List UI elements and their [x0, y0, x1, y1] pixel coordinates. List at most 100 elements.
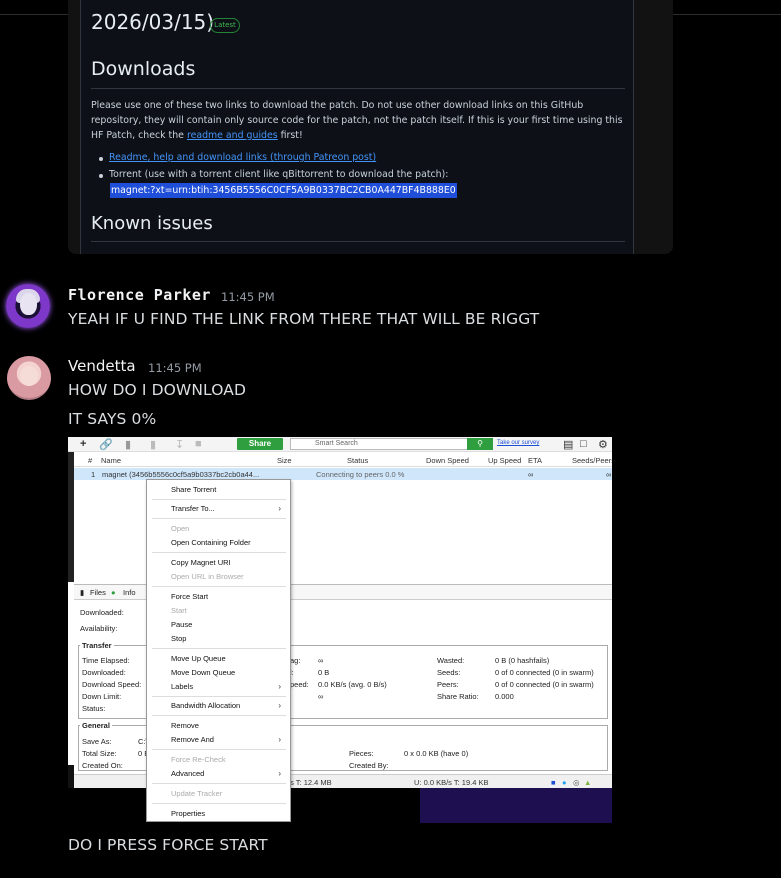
transfer-label: Time Elapsed: [82, 656, 130, 665]
menu-force-start: Force Start [171, 592, 209, 601]
github-embed: 2026/03/15) Latest Downloads Please use … [68, 0, 673, 254]
downloaded-label: Downloaded: [80, 608, 124, 617]
add-icon: + [80, 438, 87, 450]
downloads-heading: Downloads [91, 58, 196, 80]
transfer-label: Seeds: [437, 668, 461, 677]
latest-badge: Latest [210, 18, 240, 33]
chevron-right-icon: › [278, 769, 281, 778]
transfer-label: Wasted: [437, 656, 465, 665]
menu-remove-and: Remove And [171, 735, 214, 744]
android-icon: ▲ [584, 778, 592, 787]
row-eta: ∞ [528, 470, 534, 479]
paragraph-tail: first! [277, 130, 303, 141]
menu-bandwidth-allocation: Bandwidth Allocation [171, 701, 241, 710]
avatar-vendetta[interactable] [7, 356, 51, 400]
readme-patreon-link[interactable]: Readme, help and download links (through… [109, 152, 376, 163]
menu-pause: Pause [171, 620, 193, 629]
info-icon: ● [111, 588, 116, 597]
col-up-speed: Up Speed [488, 456, 522, 465]
menu-advanced: Advanced [171, 769, 205, 778]
readme-link[interactable]: readme and guides [187, 130, 278, 141]
menu-move-up-queue: Move Up Queue [171, 654, 226, 663]
row-seeds: ∞ [606, 470, 612, 479]
menu-separator [152, 499, 286, 500]
stop-icon: ■ [195, 438, 202, 450]
pieces-value: 0 x 0.0 KB (have 0) [404, 749, 469, 758]
row-num: 1 [91, 470, 96, 479]
menu-separator [152, 715, 286, 716]
general-label: Created On: [82, 761, 123, 770]
menu-separator [152, 552, 286, 553]
timestamp: 11:45 PM [148, 361, 202, 375]
availability-label: Availability: [80, 624, 118, 633]
menu-labels: Labels [171, 682, 194, 691]
context-menu: Share Torrent Transfer To... › Open Open… [146, 479, 291, 822]
transfer-label: Down Limit: [82, 692, 122, 701]
transfer-value: 0.000 [495, 692, 514, 701]
chat-icon: ▤ [563, 439, 574, 451]
row-name: magnet (3456b5556c0cf5a9b0337bc2cb0a44..… [102, 470, 260, 479]
row-status: Connecting to peers 0.0 % [316, 470, 405, 479]
magnet-link-selected[interactable]: magnet:?xt=urn:btih:3456B5556C0CF5A9B033… [110, 183, 457, 198]
globe-icon: ◎ [573, 778, 580, 787]
menu-update-tracker: Update Tracker [171, 789, 223, 798]
transfer-label: Status: [82, 704, 106, 713]
col-seeds-peers: Seeds/Peers [572, 456, 612, 465]
tab-info: Info [123, 588, 136, 597]
menu-separator [152, 783, 286, 784]
general-label: Total Size: [82, 749, 117, 758]
heading-rule [91, 88, 625, 89]
menu-stop: Stop [171, 634, 187, 643]
transfer-value: 0 of 0 connected (0 in swarm) [495, 668, 594, 677]
transfer-label: Share Ratio: [437, 692, 479, 701]
col-down-speed: Down Speed [426, 456, 469, 465]
username-vendetta[interactable]: Vendetta [68, 357, 136, 375]
menu-share-torrent: Share Torrent [171, 485, 217, 494]
message-text: IT SAYS 0% [68, 410, 157, 428]
link-icon: 🔗 [99, 439, 113, 451]
transfer-value: 0 B (0 hashfails) [495, 656, 550, 665]
transfer-label: ag: [290, 656, 301, 665]
avatar-florence[interactable] [6, 284, 50, 328]
files-tab-icon: ▮ [80, 588, 85, 597]
menu-separator [152, 648, 286, 649]
message-text: DO I PRESS FORCE START [68, 836, 268, 854]
created-by-label: Created By: [349, 761, 389, 770]
menu-separator [152, 586, 286, 587]
chevron-right-icon: › [278, 735, 281, 744]
menu-separator [152, 518, 286, 519]
menu-open: Open [171, 524, 190, 533]
pieces-label: Pieces: [349, 749, 374, 758]
smart-search-input: Smart Search [290, 438, 490, 450]
transfer-label: peed: [290, 680, 309, 689]
github-release-page: 2026/03/15) Latest Downloads Please use … [80, 0, 634, 254]
menu-transfer-to: Transfer To... [171, 504, 215, 513]
transfer-heading: Transfer [80, 641, 114, 650]
transfer-value: 0.0 KB/s (avg. 0 B/s) [318, 680, 387, 689]
menu-separator [152, 749, 286, 750]
transfer-value: ∞ [318, 692, 324, 701]
transfer-value: 0 of 0 connected (0 in swarm) [495, 680, 594, 689]
trash-icon: ▮ [150, 439, 157, 451]
twitter-icon: ● [562, 778, 567, 787]
transfer-value: ∞ [318, 656, 324, 665]
transfer-label: Peers: [437, 680, 459, 689]
col-eta: ETA [528, 456, 543, 465]
general-label: Save As: [82, 737, 112, 746]
qbt-toolbar: + 🔗 ▮ ▮ ↧ ■ Share Smart Search ⚲ Take ou… [68, 437, 612, 452]
col-name: Name [101, 456, 122, 465]
menu-remove: Remove [171, 721, 199, 730]
menu-copy-magnet-uri: Copy Magnet URI [171, 558, 231, 567]
search-icon: ⚲ [467, 438, 493, 450]
transfer-label: Download Speed: [82, 680, 142, 689]
col-num: # [88, 456, 93, 465]
menu-open-url-in-browser: Open URL in Browser [171, 572, 244, 581]
message-text: HOW DO I DOWNLOAD [68, 381, 246, 399]
menu-force-recheck: Force Re-Check [171, 755, 226, 764]
menu-separator [152, 696, 286, 697]
release-date: 2026/03/15) [91, 10, 215, 34]
username-florence[interactable]: Florence Parker [68, 286, 211, 304]
survey-link: Take our survey [497, 440, 540, 446]
torrent-list-header: # Name Size Status Down Speed Up Speed E… [74, 454, 612, 467]
message-text: YEAH IF U FIND THE LINK FROM THERE THAT … [68, 310, 540, 328]
